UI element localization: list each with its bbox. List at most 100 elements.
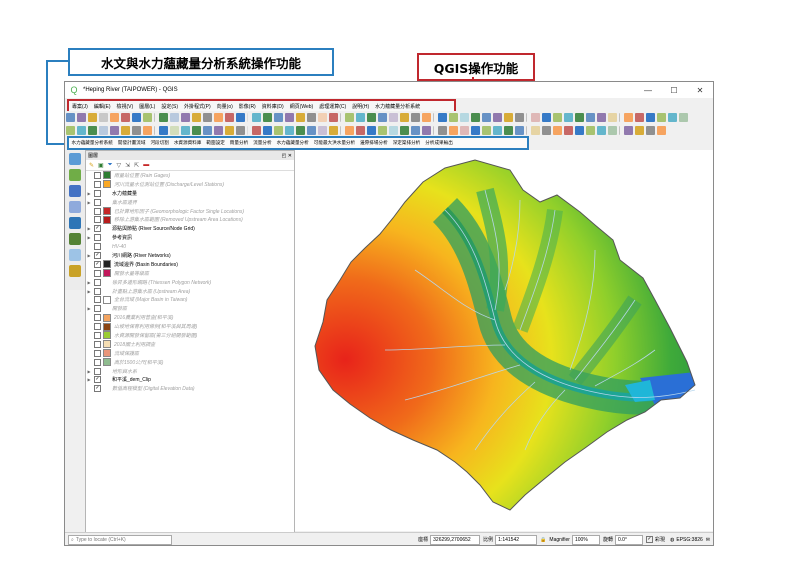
plugin-tool-item[interactable]: 開發計畫流域 bbox=[115, 140, 148, 146]
toolbar-tool-icon[interactable] bbox=[619, 125, 622, 135]
layer-visibility-checkbox[interactable] bbox=[94, 349, 101, 357]
layer-row[interactable]: 2016農業利用普查(和平溪) bbox=[86, 313, 294, 322]
layer-row[interactable]: ▶ 徐昇多邊形網路 (Thiessen Polygon Network) bbox=[86, 278, 294, 287]
add-raster-layer-icon[interactable] bbox=[69, 169, 81, 181]
toolbar-tool-icon[interactable] bbox=[143, 112, 152, 122]
layer-row[interactable]: 山坡地保育利用條例(和平溪與其周邊) bbox=[86, 322, 294, 331]
toolbar-tool-icon[interactable] bbox=[192, 125, 201, 135]
layer-visibility-checkbox[interactable]: ✓ bbox=[94, 225, 101, 233]
layer-visibility-checkbox[interactable]: ✓ bbox=[94, 385, 101, 393]
toolbar-tool-icon[interactable] bbox=[121, 125, 130, 135]
menu-item[interactable]: 設定(S) bbox=[158, 103, 181, 110]
menu-item[interactable]: 檢視(V) bbox=[114, 103, 137, 110]
toolbar-tool-icon[interactable] bbox=[318, 112, 327, 122]
layer-row[interactable]: 已計算地形因子 (Geomorphologic Factor Single Lo… bbox=[86, 207, 294, 216]
toolbar-tool-icon[interactable] bbox=[356, 112, 365, 122]
toolbar-tool-icon[interactable] bbox=[88, 112, 97, 122]
coordinate-field[interactable]: 326299,2700652 bbox=[430, 534, 481, 545]
toolbar-tool-icon[interactable] bbox=[449, 112, 458, 122]
layer-visibility-checkbox[interactable] bbox=[94, 189, 101, 197]
layer-visibility-checkbox[interactable] bbox=[94, 207, 101, 215]
filter-legend-icon[interactable]: ⏷ bbox=[108, 162, 113, 169]
expand-arrow-icon[interactable]: ▶ bbox=[86, 200, 92, 205]
filter-icon[interactable]: ▽ bbox=[117, 162, 122, 169]
plugin-tool-item[interactable]: 邊際排場分析 bbox=[358, 140, 391, 146]
toolbar-tool-icon[interactable] bbox=[586, 112, 595, 122]
layer-row[interactable]: ▶ ✓ 河川網路 (River Networks) bbox=[86, 251, 294, 260]
toolbar-tool-icon[interactable] bbox=[110, 112, 119, 122]
layer-row[interactable]: ▶ 參考資訊 bbox=[86, 233, 294, 242]
toolbar-tool-icon[interactable] bbox=[252, 125, 261, 135]
toolbar-tool-icon[interactable] bbox=[99, 125, 108, 135]
toolbar-tool-icon[interactable] bbox=[619, 112, 622, 122]
expand-arrow-icon[interactable]: ▶ bbox=[86, 280, 92, 285]
toolbar-tool-icon[interactable] bbox=[526, 125, 529, 135]
toolbar-tool-icon[interactable] bbox=[296, 112, 305, 122]
toolbar-tool-icon[interactable] bbox=[504, 112, 513, 122]
expand-arrow-icon[interactable]: ▶ bbox=[86, 191, 92, 196]
layer-row[interactable]: ▶ 水力蘊藏量 bbox=[86, 189, 294, 198]
add-wfs-layer-icon[interactable] bbox=[69, 233, 81, 245]
plugin-tool-item[interactable]: 流量分析 bbox=[251, 140, 274, 146]
menu-item[interactable]: 編輯(E) bbox=[91, 103, 114, 110]
plugin-tool-item[interactable]: 水資源資料庫 bbox=[171, 140, 204, 146]
toolbar-tool-icon[interactable] bbox=[553, 112, 562, 122]
toolbar-tool-icon[interactable] bbox=[411, 125, 420, 135]
toolbar-tool-icon[interactable] bbox=[345, 112, 354, 122]
toolbar-tool-icon[interactable] bbox=[274, 112, 283, 122]
toolbar-tool-icon[interactable] bbox=[493, 112, 502, 122]
toolbar-tool-icon[interactable] bbox=[482, 125, 491, 135]
toolbar-tool-icon[interactable] bbox=[154, 125, 157, 135]
toolbar-tool-icon[interactable] bbox=[438, 112, 447, 122]
toolbar-tool-icon[interactable] bbox=[482, 112, 491, 122]
layer-visibility-checkbox[interactable] bbox=[94, 243, 101, 251]
toolbar-tool-icon[interactable] bbox=[236, 112, 245, 122]
toolbar-tool-icon[interactable] bbox=[564, 125, 573, 135]
toolbar-tool-icon[interactable] bbox=[460, 125, 469, 135]
toolbar-tool-icon[interactable] bbox=[340, 112, 343, 122]
toolbar-tool-icon[interactable] bbox=[88, 125, 97, 135]
menu-item[interactable]: 影像(R) bbox=[236, 103, 259, 110]
toolbar-tool-icon[interactable] bbox=[247, 125, 250, 135]
toolbar-tool-icon[interactable] bbox=[389, 112, 398, 122]
menu-item[interactable]: 圖層(L) bbox=[136, 103, 158, 110]
layer-visibility-checkbox[interactable] bbox=[94, 198, 101, 206]
toolbar-tool-icon[interactable] bbox=[307, 125, 316, 135]
layer-row[interactable]: ▶ 計畫點上游集水區 (Upstream Area) bbox=[86, 287, 294, 296]
toolbar-tool-icon[interactable] bbox=[400, 112, 409, 122]
toolbar-tool-icon[interactable] bbox=[449, 125, 458, 135]
toolbar-tool-icon[interactable] bbox=[66, 125, 75, 135]
toolbar-tool-icon[interactable] bbox=[422, 112, 431, 122]
layer-visibility-checkbox[interactable] bbox=[94, 171, 101, 179]
toolbar-tool-icon[interactable] bbox=[646, 125, 655, 135]
expand-arrow-icon[interactable]: ▶ bbox=[86, 289, 92, 294]
layer-row[interactable]: 移除上游集水區範圍 (Removed Upstream Area Locatio… bbox=[86, 215, 294, 224]
toolbar-tool-icon[interactable] bbox=[181, 125, 190, 135]
toolbar-tool-icon[interactable] bbox=[159, 125, 168, 135]
toolbar-tool-icon[interactable] bbox=[471, 125, 480, 135]
toolbar-tool-icon[interactable] bbox=[367, 125, 376, 135]
toolbar-tool-icon[interactable] bbox=[214, 125, 223, 135]
toolbar-tool-icon[interactable] bbox=[378, 125, 387, 135]
plugin-tool-item[interactable]: 水力蘊藏量分析系統 bbox=[69, 140, 115, 146]
toolbar-tool-icon[interactable] bbox=[433, 112, 436, 122]
lock-scale-icon[interactable]: 🔒 bbox=[540, 537, 546, 543]
toolbar-tool-icon[interactable] bbox=[515, 112, 524, 122]
crs-label[interactable]: EPSG:3826 bbox=[676, 537, 702, 543]
expand-arrow-icon[interactable]: ▶ bbox=[86, 369, 92, 374]
plugin-tool-item[interactable]: 範圍設定 bbox=[204, 140, 227, 146]
add-delimited-text-icon[interactable] bbox=[69, 185, 81, 197]
layer-row[interactable]: 流域保護區 bbox=[86, 349, 294, 358]
toolbar-tool-icon[interactable] bbox=[460, 112, 469, 122]
toolbar-tool-icon[interactable] bbox=[203, 125, 212, 135]
layer-row[interactable]: ▶ ✓ 和平溪_dem_Clip bbox=[86, 375, 294, 384]
layer-row[interactable]: HV-40 bbox=[86, 242, 294, 251]
layer-row[interactable]: 2018國土利用調查 bbox=[86, 340, 294, 349]
toolbar-tool-icon[interactable] bbox=[329, 112, 338, 122]
toolbar-tool-icon[interactable] bbox=[285, 125, 294, 135]
toolbar-tool-icon[interactable] bbox=[77, 112, 86, 122]
layer-visibility-checkbox[interactable] bbox=[94, 340, 101, 348]
layer-row[interactable]: 全台流域 (Major Basin in Taiwan) bbox=[86, 295, 294, 304]
layer-visibility-checkbox[interactable] bbox=[94, 358, 101, 366]
add-spatialite-icon[interactable] bbox=[69, 201, 81, 213]
